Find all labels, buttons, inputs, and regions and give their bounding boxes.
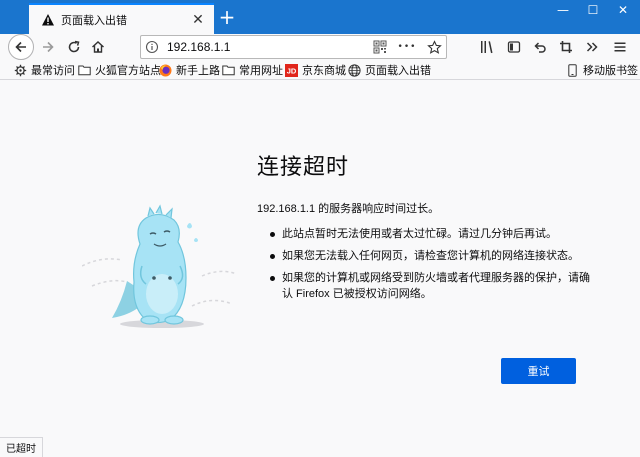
error-title: 连接超时 bbox=[257, 155, 350, 180]
status-bar: 已超时 bbox=[0, 437, 43, 457]
arrow-right-icon bbox=[43, 41, 54, 53]
globe-icon bbox=[348, 63, 361, 77]
mobile-bookmarks-label: 移动版书签 bbox=[583, 65, 638, 77]
mobile-icon bbox=[566, 63, 579, 77]
bookmark-common-sites[interactable]: 常用网址 bbox=[222, 62, 283, 78]
back-button[interactable] bbox=[8, 34, 34, 60]
suggestion-item: 如果您的计算机或网络受到防火墙或者代理服务器的保护，请确认 Firefox 已被… bbox=[268, 270, 593, 302]
info-icon[interactable] bbox=[141, 40, 163, 54]
timeout-dinosaur-illustration bbox=[82, 204, 238, 328]
crop-screenshot-button[interactable] bbox=[554, 35, 578, 59]
bookmark-label: 页面载入出错 bbox=[365, 65, 431, 77]
page-actions-button[interactable]: ••• bbox=[392, 36, 422, 58]
crop-icon bbox=[560, 41, 572, 53]
tab-close-icon[interactable]: ✕ bbox=[188, 10, 208, 30]
hamburger-menu-icon bbox=[614, 42, 626, 52]
reload-button[interactable] bbox=[62, 35, 86, 59]
undo-icon bbox=[534, 42, 546, 53]
bookmark-star-icon[interactable] bbox=[422, 36, 446, 58]
bookmark-label: 火狐官方站点 bbox=[95, 65, 161, 77]
maximize-button[interactable]: ☐ bbox=[578, 0, 608, 20]
bookmark-label: 常用网址 bbox=[239, 65, 283, 77]
arrow-left-icon bbox=[15, 41, 26, 53]
firefox-icon bbox=[159, 64, 172, 77]
sidebar-icon bbox=[507, 41, 521, 53]
error-description: 192.168.1.1 的服务器响应时间过长。 bbox=[257, 203, 440, 215]
svg-text:JD: JD bbox=[287, 66, 297, 75]
bookmark-page-error[interactable]: 页面载入出错 bbox=[348, 62, 431, 78]
menu-button[interactable] bbox=[608, 35, 632, 59]
url-bar[interactable]: 192.168.1.1 ••• bbox=[140, 35, 447, 59]
home-button[interactable] bbox=[86, 35, 110, 59]
overflow-button[interactable] bbox=[580, 35, 604, 59]
bookmark-label: 京东商城 bbox=[302, 65, 346, 77]
forward-button[interactable] bbox=[36, 35, 60, 59]
new-tab-button[interactable]: + bbox=[216, 5, 238, 29]
reload-icon bbox=[68, 40, 80, 53]
gear-icon bbox=[14, 64, 27, 77]
error-suggestions: 此站点暂时无法使用或者太过忙碌。请过几分钟后再试。 如果您无法载入任何网页，请检… bbox=[268, 226, 593, 308]
home-icon bbox=[92, 41, 104, 53]
bookmark-jd[interactable]: JD 京东商城 bbox=[285, 62, 346, 78]
chevrons-right-icon bbox=[586, 42, 598, 52]
bookmarks-bar: 最常访问 火狐官方站点 新手上路 常用网址 JD 京东商城 页面载入出错 移动版… bbox=[0, 60, 640, 80]
suggestion-item: 此站点暂时无法使用或者太过忙碌。请过几分钟后再试。 bbox=[268, 226, 593, 242]
bookmark-getting-started[interactable]: 新手上路 bbox=[159, 62, 220, 78]
minimize-button[interactable]: — bbox=[548, 0, 578, 20]
tab-active[interactable]: 页面载入出错 ✕ bbox=[29, 3, 214, 34]
qr-code-icon[interactable] bbox=[368, 36, 392, 58]
retry-button[interactable]: 重试 bbox=[501, 358, 576, 384]
suggestion-item: 如果您无法载入任何网页，请检查您计算机的网络连接状态。 bbox=[268, 248, 593, 264]
folder-icon bbox=[222, 64, 235, 77]
tab-strip: 页面载入出错 ✕ + — ☐ ✕ bbox=[0, 0, 640, 34]
jd-icon: JD bbox=[285, 63, 298, 77]
bookmark-firefox-official[interactable]: 火狐官方站点 bbox=[78, 62, 161, 78]
mobile-bookmarks[interactable]: 移动版书签 bbox=[566, 62, 638, 78]
undo-button[interactable] bbox=[528, 35, 552, 59]
tab-title: 页面载入出错 bbox=[61, 13, 127, 27]
sidebar-button[interactable] bbox=[502, 35, 526, 59]
library-icon bbox=[481, 41, 493, 54]
library-button[interactable] bbox=[476, 35, 500, 59]
bookmark-most-visited[interactable]: 最常访问 bbox=[14, 62, 75, 78]
folder-icon bbox=[78, 64, 91, 77]
nav-toolbar: 192.168.1.1 ••• bbox=[0, 34, 640, 60]
close-window-button[interactable]: ✕ bbox=[608, 0, 638, 20]
bookmark-label: 新手上路 bbox=[176, 65, 220, 77]
bookmark-label: 最常访问 bbox=[31, 65, 75, 77]
error-page: 连接超时 192.168.1.1 的服务器响应时间过长。 此站点暂时无法使用或者… bbox=[0, 81, 640, 440]
warning-icon bbox=[42, 13, 54, 25]
url-text[interactable]: 192.168.1.1 bbox=[163, 40, 368, 54]
